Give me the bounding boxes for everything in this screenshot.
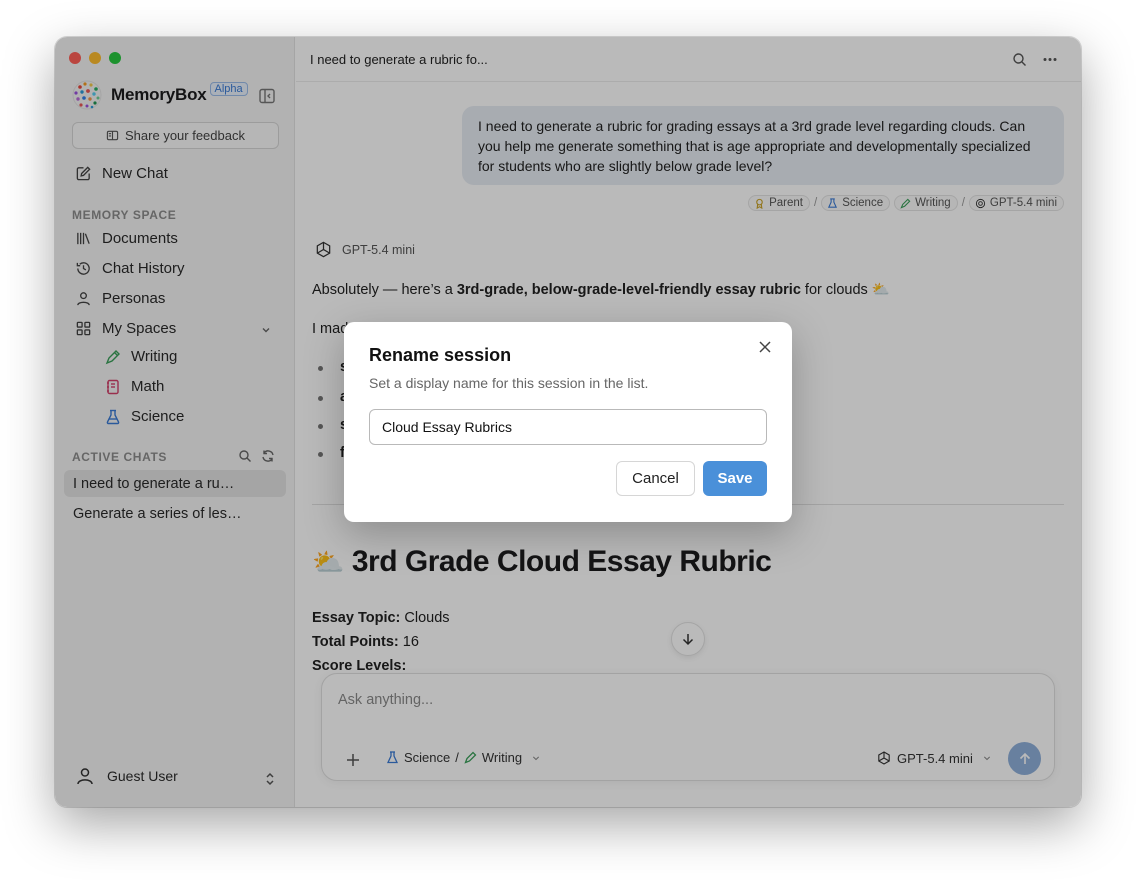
close-icon[interactable] [758,340,772,354]
cancel-button[interactable]: Cancel [616,461,695,496]
dialog-subtitle: Set a display name for this session in t… [369,375,649,391]
app-window: MemoryBox Alpha Share your feedback New … [55,37,1081,807]
dialog-title: Rename session [369,345,512,365]
save-button[interactable]: Save [703,461,767,496]
rename-session-dialog: Rename session Set a display name for th… [344,322,792,522]
session-name-input[interactable] [369,409,767,445]
